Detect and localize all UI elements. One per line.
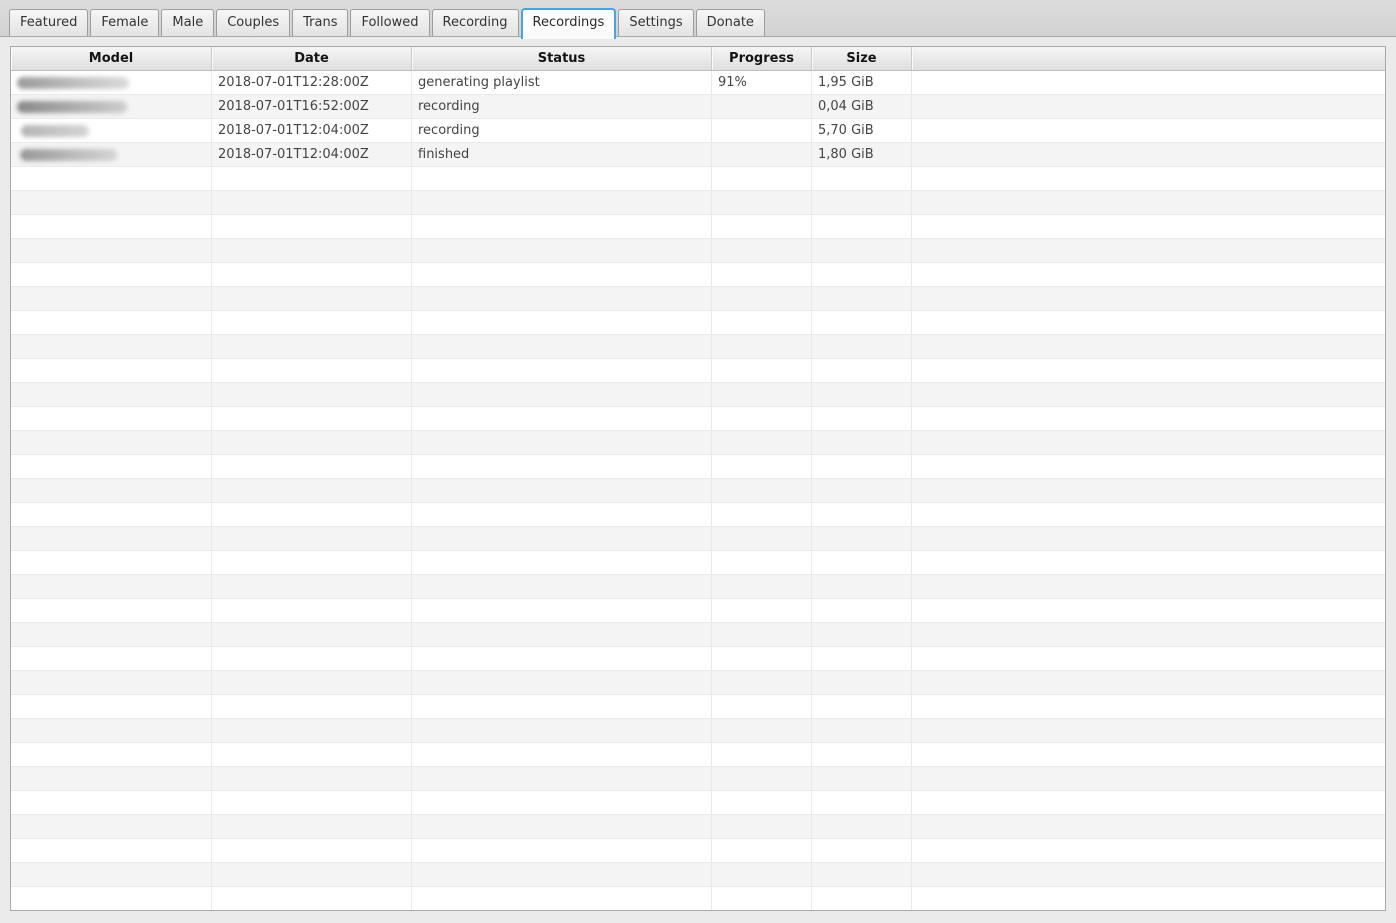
date-cell: 2018-07-01T12:28:00Z [212,71,412,94]
tab-couples[interactable]: Couples [216,9,291,36]
model-cell [11,95,212,118]
table-body: 2018-07-01T12:28:00Z generating playlist… [11,71,1385,910]
date-cell: 2018-07-01T12:04:00Z [212,119,412,142]
filler-cell [912,119,1385,142]
tab-male[interactable]: Male [161,9,215,36]
redacted-model-name [21,124,89,137]
table-row[interactable]: 2018-07-01T12:04:00Z finished 1,80 GiB [11,143,1385,167]
tab-donate[interactable]: Donate [695,9,765,36]
model-cell [11,71,212,94]
column-header-date[interactable]: Date [212,47,412,70]
recordings-table: Model Date Status Progress Size 2018-07-… [10,46,1386,911]
status-cell: recording [412,119,712,142]
progress-cell [712,95,812,118]
table-row[interactable]: 2018-07-01T12:04:00Z recording 5,70 GiB [11,119,1385,143]
progress-cell [712,143,812,166]
filler-cell [912,143,1385,166]
table-row[interactable]: 2018-07-01T12:28:00Z generating playlist… [11,71,1385,95]
column-header-model[interactable]: Model [11,47,212,70]
tab-female[interactable]: Female [90,9,160,36]
status-cell: generating playlist [412,71,712,94]
app-window: Featured Female Male Couples Trans Follo… [0,0,1396,923]
model-cell [11,119,212,142]
column-header-filler [912,47,1385,70]
size-cell: 0,04 GiB [812,95,912,118]
status-cell: recording [412,95,712,118]
filler-cell [912,71,1385,94]
filler-cell [912,95,1385,118]
tab-bar: Featured Female Male Couples Trans Follo… [0,0,1396,39]
tab-featured[interactable]: Featured [9,9,89,36]
tab-recording[interactable]: Recording [431,9,519,36]
column-header-size[interactable]: Size [812,47,912,70]
progress-cell: 91% [712,71,812,94]
size-cell: 5,70 GiB [812,119,912,142]
tab-settings[interactable]: Settings [618,9,694,36]
size-cell: 1,80 GiB [812,143,912,166]
redacted-model-name [17,100,127,113]
column-header-status[interactable]: Status [412,47,712,70]
redacted-model-name [20,148,117,161]
date-cell: 2018-07-01T16:52:00Z [212,95,412,118]
progress-cell [712,119,812,142]
model-cell [11,143,212,166]
redacted-model-name [17,76,129,89]
tab-recordings[interactable]: Recordings [520,8,617,39]
empty-rows-area [11,167,1385,910]
tab-trans[interactable]: Trans [292,9,349,36]
status-cell: finished [412,143,712,166]
column-header-progress[interactable]: Progress [712,47,812,70]
table-row[interactable]: 2018-07-01T16:52:00Z recording 0,04 GiB [11,95,1385,119]
tab-followed[interactable]: Followed [350,9,430,36]
size-cell: 1,95 GiB [812,71,912,94]
date-cell: 2018-07-01T12:04:00Z [212,143,412,166]
table-header-row: Model Date Status Progress Size [11,47,1385,71]
